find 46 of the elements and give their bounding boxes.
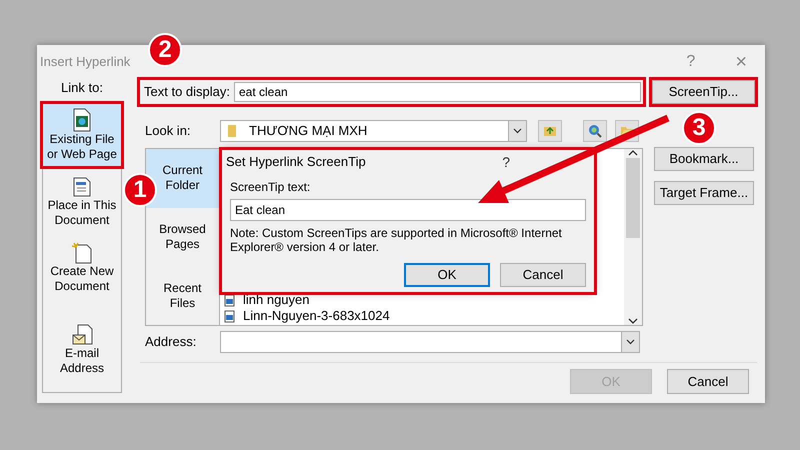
scrollbar[interactable] bbox=[624, 149, 642, 325]
cancel-button[interactable]: Cancel bbox=[667, 369, 749, 394]
screentip-field[interactable]: Eat clean bbox=[230, 199, 586, 221]
browse-tab[interactable]: Current Folder bbox=[146, 149, 219, 208]
folder-up-icon bbox=[543, 125, 557, 137]
dialog-title: Set Hyperlink ScreenTip bbox=[226, 153, 367, 172]
globe-document-icon bbox=[72, 108, 92, 132]
globe-search-button[interactable] bbox=[583, 120, 607, 142]
file-name: linh nguyen bbox=[243, 291, 310, 310]
text-to-display-label: Text to display: bbox=[144, 83, 230, 102]
side-button[interactable]: Target Frame... bbox=[654, 181, 754, 205]
link-to-item[interactable]: Place in This Document bbox=[43, 172, 121, 232]
side-button[interactable]: Bookmark... bbox=[654, 147, 754, 171]
scroll-down-icon[interactable] bbox=[628, 318, 638, 325]
cancel-button[interactable]: Cancel bbox=[500, 263, 586, 287]
window-title: Insert Hyperlink bbox=[40, 52, 130, 71]
browse-tab[interactable]: Recent Files bbox=[146, 266, 219, 326]
scroll-up-icon[interactable] bbox=[628, 149, 638, 156]
caret-icon bbox=[621, 332, 639, 352]
text-to-display-field[interactable]: eat clean bbox=[234, 82, 641, 102]
note-text: Note: Custom ScreenTips are supported in Microsoft® Internet Explorer® version 4 or later. bbox=[230, 226, 563, 254]
address-label: Address: bbox=[145, 333, 198, 352]
link-to-item[interactable]: Existing File or Web Page bbox=[43, 104, 121, 166]
screentip-label: ScreenTip text: bbox=[230, 179, 312, 196]
folder-up-button[interactable] bbox=[538, 120, 562, 142]
link-to-item[interactable]: Create New Document bbox=[43, 238, 121, 298]
side-button[interactable]: ScreenTip... bbox=[652, 80, 755, 104]
new-document-icon bbox=[71, 242, 93, 264]
image-file-icon bbox=[224, 294, 235, 306]
envelope-document-icon bbox=[71, 324, 93, 346]
link-to-label: Link to: bbox=[60, 79, 104, 97]
globe-search-icon bbox=[588, 124, 602, 138]
address-field[interactable] bbox=[220, 331, 640, 353]
caret-icon bbox=[508, 121, 526, 141]
link-to-item[interactable]: E-mail Address bbox=[43, 320, 121, 380]
document-icon bbox=[71, 176, 93, 198]
look-in-label: Look in: bbox=[145, 122, 192, 140]
file-name: Linn-Nguyen-3-683x1024 bbox=[243, 307, 390, 326]
ok-button[interactable]: OK bbox=[404, 263, 490, 287]
help-button[interactable]: ? bbox=[502, 152, 510, 172]
image-file-icon bbox=[224, 310, 235, 322]
step-number-badge: 2 bbox=[148, 33, 182, 67]
folder-icon bbox=[227, 124, 237, 138]
look-in-dropdown[interactable]: THƯƠNG MẠI MXH bbox=[220, 120, 527, 142]
browse-tab[interactable]: Browsed Pages bbox=[146, 208, 219, 266]
look-in-value: THƯƠNG MẠI MXH bbox=[249, 122, 368, 140]
